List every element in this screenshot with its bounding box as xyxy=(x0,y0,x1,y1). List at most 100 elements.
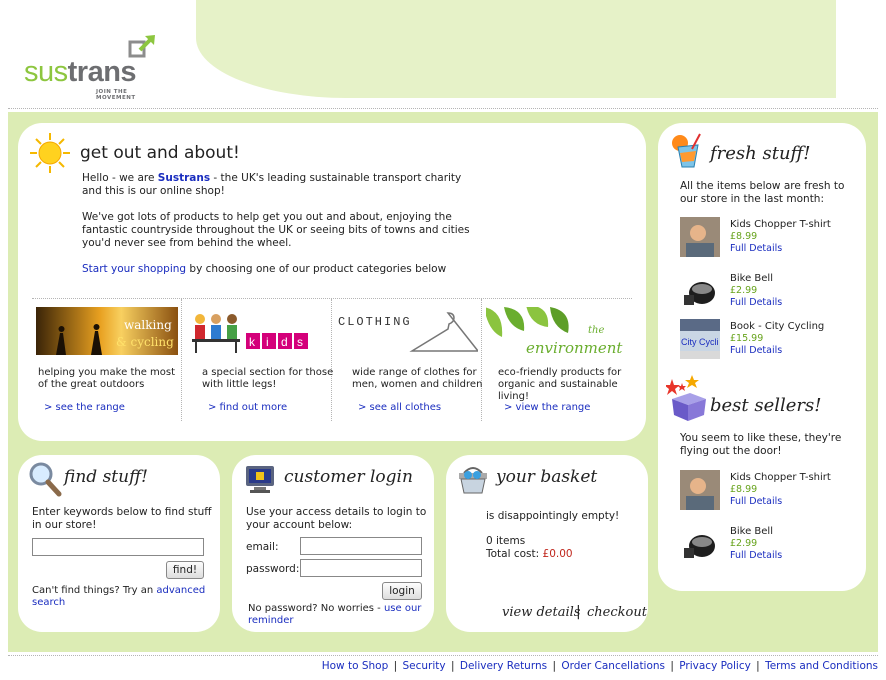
footer-divider xyxy=(8,655,878,656)
category-environment[interactable]: the environment eco-friendly products fo… xyxy=(482,299,632,421)
login-instructions: Use your access details to login to your… xyxy=(246,506,427,531)
separator: | xyxy=(576,604,581,620)
fresh-stuff-title: fresh stuff! xyxy=(710,143,811,164)
find-stuff-title: find stuff! xyxy=(64,467,148,487)
email-field[interactable] xyxy=(300,537,422,555)
svg-text:walking: walking xyxy=(124,318,172,332)
svg-text:City Cycli: City Cycli xyxy=(681,337,719,347)
category-list: walking & cycling helping you make the m… xyxy=(32,298,632,421)
svg-text:i: i xyxy=(266,335,269,349)
find-instructions: Enter keywords below to find stuff in ou… xyxy=(32,506,212,531)
basket-total: Total cost: £0.00 xyxy=(486,548,573,560)
logo-wordmark: sustrans xyxy=(24,56,137,88)
footer-link-order-cancellations[interactable]: Order Cancellations xyxy=(561,660,665,672)
kids-image[interactable]: k i d s xyxy=(186,307,328,355)
sidebar-panel: fresh stuff! All the items below are fre… xyxy=(658,123,866,591)
svg-text:& cycling: & cycling xyxy=(116,335,174,349)
password-field[interactable] xyxy=(300,559,422,577)
logo-tagline: JOIN THE MOVEMENT xyxy=(96,89,136,101)
svg-text:d: d xyxy=(281,335,288,349)
product-price: £2.99 xyxy=(730,538,758,549)
customer-login-panel: customer login Use your access details t… xyxy=(232,455,434,632)
tshirt-photo-icon[interactable] xyxy=(680,470,720,510)
full-details-link[interactable]: Full Details xyxy=(730,297,782,308)
category-clothing[interactable]: CLOTHING wide range of clothes for men, … xyxy=(332,299,482,421)
category-desc: eco-friendly products for organic and su… xyxy=(498,367,622,402)
tshirt-photo-icon[interactable] xyxy=(680,217,720,257)
basket-icon xyxy=(459,467,487,494)
see-range-link[interactable]: > see the range xyxy=(44,402,125,413)
category-kids[interactable]: k i d s a special section for those with… xyxy=(182,299,333,421)
product-name: Bike Bell xyxy=(730,526,773,537)
password-reminder: No password? No worries - use our remind… xyxy=(248,603,422,626)
category-walking-cycling[interactable]: walking & cycling helping you make the m… xyxy=(32,299,182,421)
start-shopping-link[interactable]: Start your shopping xyxy=(82,263,186,275)
full-details-link[interactable]: Full Details xyxy=(730,496,782,507)
welcome-panel: get out and about! Hello - we are Sustra… xyxy=(18,123,646,441)
category-desc: a special section for those with little … xyxy=(202,367,334,390)
bell-photo-icon[interactable] xyxy=(680,524,720,564)
basket-status: is disappointingly empty! xyxy=(486,510,620,522)
find-button[interactable]: find! xyxy=(166,561,204,579)
svg-text:environment: environment xyxy=(526,339,623,355)
category-desc: helping you make the most of the great o… xyxy=(38,367,176,390)
product-item: City Cycli Book - City Cycling £15.99 Fu… xyxy=(680,319,860,361)
product-item: Kids Chopper T-shirt £8.99 Full Details xyxy=(680,470,860,512)
footer-link-security[interactable]: Security xyxy=(403,660,446,672)
svg-text:s: s xyxy=(297,335,303,349)
full-details-link[interactable]: Full Details xyxy=(730,550,782,561)
view-details-link[interactable]: view details xyxy=(502,605,580,620)
header-banner xyxy=(196,0,836,98)
product-price: £8.99 xyxy=(730,231,758,242)
search-input[interactable] xyxy=(32,538,204,556)
product-item: Kids Chopper T-shirt £8.99 Full Details xyxy=(680,217,860,259)
basket-item-count: 0 items xyxy=(486,535,526,547)
svg-text:CLOTHING: CLOTHING xyxy=(338,315,412,329)
product-price: £15.99 xyxy=(730,333,764,344)
divider xyxy=(8,108,878,109)
footer-links: How to Shop | Security | Delivery Return… xyxy=(321,660,878,672)
full-details-link[interactable]: Full Details xyxy=(730,243,782,254)
advanced-search-help: Can't find things? Try an advanced searc… xyxy=(32,585,206,608)
environment-image[interactable]: the environment xyxy=(486,307,628,355)
sustrans-logo[interactable]: sustrans JOIN THE MOVEMENT xyxy=(24,32,164,101)
login-button[interactable]: login xyxy=(382,582,422,600)
clothing-image[interactable]: CLOTHING xyxy=(336,307,478,355)
find-out-more-link[interactable]: > find out more xyxy=(208,402,287,413)
smoothie-icon xyxy=(672,133,701,168)
bell-photo-icon[interactable] xyxy=(680,271,720,311)
product-price: £8.99 xyxy=(730,484,758,495)
basket-title: your basket xyxy=(496,467,598,487)
footer-link-delivery-returns[interactable]: Delivery Returns xyxy=(460,660,547,672)
welcome-text: Hello - we are Sustrans - the UK's leadi… xyxy=(82,172,482,289)
product-name: Bike Bell xyxy=(730,273,773,284)
sun-icon xyxy=(30,133,70,173)
view-range-link[interactable]: > view the range xyxy=(504,402,590,413)
checkout-link[interactable]: checkout xyxy=(587,605,647,620)
customer-login-title: customer login xyxy=(284,467,413,487)
see-all-clothes-link[interactable]: > see all clothes xyxy=(358,402,441,413)
find-stuff-panel: find stuff! Enter keywords below to find… xyxy=(18,455,220,632)
password-label: password: xyxy=(246,563,300,575)
best-intro: You seem to like these, they're flying o… xyxy=(680,432,842,457)
product-price: £2.99 xyxy=(730,285,758,296)
footer-link-privacy-policy[interactable]: Privacy Policy xyxy=(679,660,751,672)
product-name: Kids Chopper T-shirt xyxy=(730,472,831,483)
product-name: Kids Chopper T-shirt xyxy=(730,219,831,230)
full-details-link[interactable]: Full Details xyxy=(730,345,782,356)
footer-link-terms[interactable]: Terms and Conditions xyxy=(765,660,878,672)
computer-lock-icon xyxy=(246,466,274,493)
magnifier-icon xyxy=(29,462,62,497)
svg-text:k: k xyxy=(249,335,256,349)
email-label: email: xyxy=(246,541,279,553)
svg-text:the: the xyxy=(588,325,604,336)
best-sellers-title: best sellers! xyxy=(710,395,822,416)
footer-link-how-to-shop[interactable]: How to Shop xyxy=(322,660,389,672)
book-cover-icon[interactable]: City Cycli xyxy=(680,319,720,359)
walking-cycling-image[interactable]: walking & cycling xyxy=(36,307,178,355)
basket-panel: your basket is disappointingly empty! 0 … xyxy=(446,455,648,632)
brand-link[interactable]: Sustrans xyxy=(158,172,210,184)
product-item: Bike Bell £2.99 Full Details xyxy=(680,524,860,566)
fresh-intro: All the items below are fresh to our sto… xyxy=(680,180,845,205)
product-name: Book - City Cycling xyxy=(730,321,825,332)
